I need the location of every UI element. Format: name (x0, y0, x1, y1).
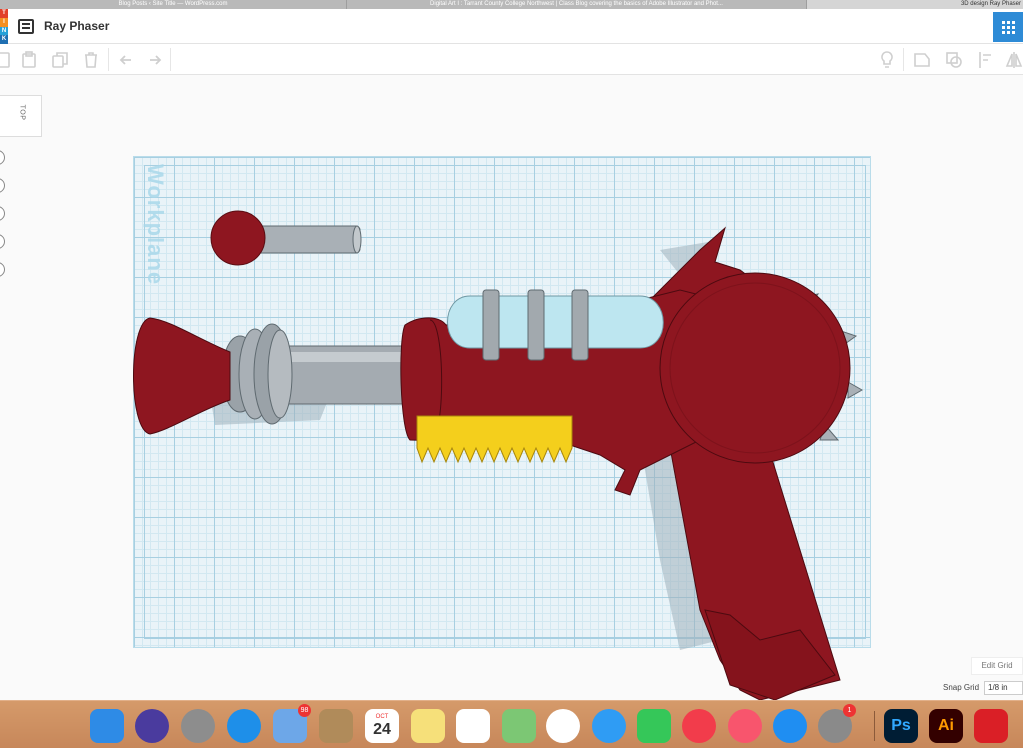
rear-dial-part[interactable] (659, 272, 851, 464)
dock-calendar-month: OCT (375, 713, 389, 720)
edit-grid-button[interactable]: Edit Grid (971, 657, 1023, 675)
macos-dock: 98 24 OCT 1 Ps Ai (0, 700, 1023, 748)
dock-photoshop-icon[interactable]: Ps (884, 709, 918, 743)
dock-photos-icon[interactable] (546, 709, 580, 743)
dock-siri-icon[interactable] (135, 709, 169, 743)
dock-calendar-icon[interactable]: 24 OCT (365, 709, 399, 743)
dock-illustrator-icon[interactable]: Ai (929, 709, 963, 743)
dock-system-preferences-badge: 1 (843, 704, 856, 717)
dock-app-store-icon[interactable] (773, 709, 807, 743)
dock-messages-icon[interactable] (592, 709, 626, 743)
dock-notes-icon[interactable] (411, 709, 445, 743)
dock-news-icon[interactable] (682, 709, 716, 743)
dock-mail-icon[interactable]: 98 (273, 704, 311, 743)
dock-reminders-icon[interactable] (456, 709, 490, 743)
detached-knob-part[interactable] (210, 210, 362, 266)
dock-mail-badge: 98 (298, 704, 311, 717)
dock-finder-icon[interactable] (90, 709, 124, 743)
dock-divider (874, 711, 875, 741)
dock-creative-cloud-icon[interactable] (974, 709, 1008, 743)
dock-contacts-icon[interactable] (319, 709, 353, 743)
ray-phaser-model[interactable] (0, 0, 1023, 748)
dock-facetime-icon[interactable] (637, 709, 671, 743)
dock-launchpad-icon[interactable] (181, 709, 215, 743)
dock-music-icon[interactable] (728, 709, 762, 743)
teeth-part[interactable] (416, 415, 573, 464)
dock-safari-icon[interactable] (227, 709, 261, 743)
snap-grid-label: Snap Grid (943, 683, 980, 692)
dock-illustrator-glyph: Ai (938, 717, 954, 734)
snap-grid-select[interactable]: 1/8 in (984, 681, 1023, 695)
dock-calendar-glyph: 24 (373, 720, 391, 738)
dock-system-preferences-icon[interactable]: 1 (818, 704, 856, 743)
dock-maps-icon[interactable] (502, 709, 536, 743)
dock-photoshop-glyph: Ps (891, 717, 911, 734)
